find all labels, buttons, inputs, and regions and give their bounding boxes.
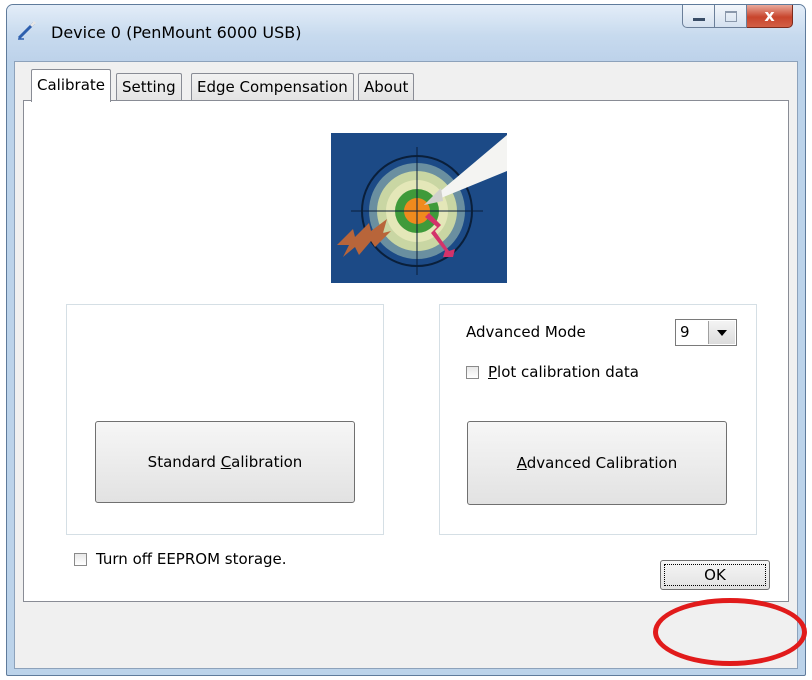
minimize-icon	[693, 18, 705, 21]
tab-about[interactable]: About	[358, 73, 415, 101]
tab-calibrate[interactable]: Calibrate	[31, 69, 111, 102]
standard-calibration-label-suffix: alibration	[231, 453, 303, 471]
maximize-icon	[725, 11, 737, 22]
chevron-down-icon[interactable]	[708, 321, 735, 344]
standard-calibration-button[interactable]: Standard Calibration	[95, 421, 355, 503]
focus-rectangle	[664, 564, 766, 586]
close-icon: x	[764, 6, 775, 25]
caption-buttons: x	[682, 5, 793, 29]
eeprom-storage-option[interactable]: Turn off EEPROM storage.	[74, 550, 287, 568]
maximize-button[interactable]	[715, 5, 747, 28]
minimize-button[interactable]	[682, 5, 715, 28]
window-title: Device 0 (PenMount 6000 USB)	[51, 23, 302, 42]
standard-calibration-label-prefix: Standard	[147, 453, 221, 471]
calibrate-panel: Standard Calibration Advanced Mode 9 Plo…	[23, 100, 789, 602]
standard-calibration-group: Standard Calibration	[66, 304, 384, 535]
plot-calibration-label: lot calibration data	[497, 363, 639, 381]
advanced-mode-dropdown[interactable]: 9	[675, 319, 737, 346]
plot-calibration-mnemonic: P	[488, 363, 498, 381]
tab-edge-compensation[interactable]: Edge Compensation	[191, 73, 354, 101]
title-bar[interactable]: Device 0 (PenMount 6000 USB) x	[7, 5, 805, 61]
eeprom-storage-checkbox[interactable]	[74, 552, 87, 566]
highlight-circle-annotation	[653, 598, 807, 666]
standard-calibration-mnemonic: C	[220, 453, 232, 471]
tab-setting[interactable]: Setting	[116, 73, 182, 101]
calibration-target-image	[331, 133, 507, 283]
ok-button[interactable]: OK	[660, 560, 770, 590]
advanced-calibration-group: Advanced Mode 9 Plot calibration data Ad…	[439, 304, 757, 535]
advanced-calibration-mnemonic: A	[516, 454, 527, 472]
advanced-mode-label: Advanced Mode	[466, 323, 586, 341]
advanced-calibration-button[interactable]: Advanced Calibration	[467, 421, 727, 505]
close-button[interactable]: x	[747, 5, 793, 28]
eeprom-storage-label: Turn off EEPROM storage.	[96, 550, 287, 568]
plot-calibration-data-option[interactable]: Plot calibration data	[466, 363, 639, 381]
advanced-mode-value: 9	[680, 323, 690, 341]
advanced-calibration-label-suffix: dvanced Calibration	[526, 454, 678, 472]
plot-calibration-data-checkbox[interactable]	[466, 365, 479, 379]
pen-icon	[17, 20, 37, 40]
